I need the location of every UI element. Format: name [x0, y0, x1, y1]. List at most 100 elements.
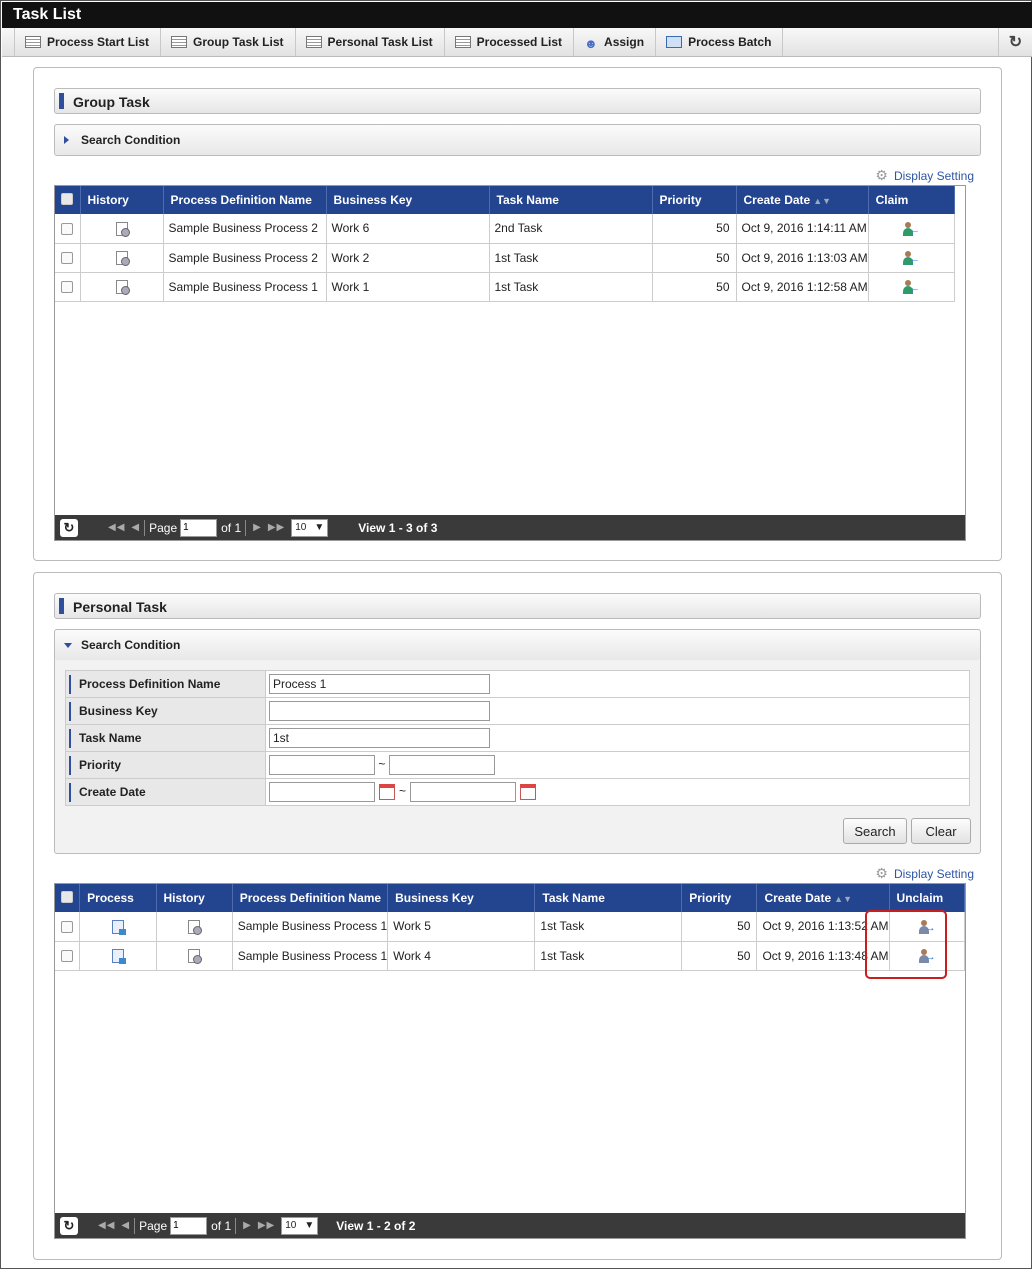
select-all-checkbox[interactable]: [55, 186, 81, 214]
table-row[interactable]: Sample Business Process 2 Work 2 1st Tas…: [55, 243, 955, 273]
group-search-condition[interactable]: Search Condition: [54, 124, 981, 156]
collapse-arrow-icon: [64, 643, 72, 648]
tab-process-batch[interactable]: Process Batch: [656, 28, 784, 56]
tab-label: Process Batch: [688, 35, 772, 49]
col-task-name[interactable]: Task Name: [489, 186, 653, 214]
prev-page-icon[interactable]: ◀: [121, 1220, 130, 1231]
last-page-icon[interactable]: ▶▶: [268, 522, 285, 533]
tab-processed-list[interactable]: Processed List: [445, 28, 575, 56]
reload-icon[interactable]: ↻: [60, 1216, 78, 1235]
priority-from-input[interactable]: [269, 755, 375, 775]
next-page-icon[interactable]: ▶: [243, 1220, 252, 1231]
history-icon[interactable]: [115, 279, 130, 295]
process-icon[interactable]: [111, 948, 126, 964]
tab-process-start-list[interactable]: Process Start List: [14, 28, 162, 56]
page-of-label: of 1: [221, 520, 242, 535]
business-key-label: Business Key: [65, 697, 266, 725]
last-page-icon[interactable]: ▶▶: [258, 1220, 275, 1231]
row-checkbox[interactable]: [61, 921, 74, 934]
priority-cell: 50: [652, 214, 737, 244]
prev-page-icon[interactable]: ◀: [131, 522, 140, 533]
create-date-from-input[interactable]: [269, 782, 375, 802]
claim-icon[interactable]: ←: [902, 221, 920, 236]
col-task-name[interactable]: Task Name: [534, 884, 683, 912]
tab-assign[interactable]: ☻ Assign: [574, 28, 657, 56]
reload-icon[interactable]: ↻: [60, 518, 78, 537]
tab-label: Group Task List: [193, 35, 284, 49]
history-icon[interactable]: [115, 250, 130, 266]
group-display-setting-link[interactable]: ⚙ Display Setting: [875, 167, 974, 184]
claim-icon[interactable]: ←: [902, 279, 920, 294]
process-definition-cell: Sample Business Process 1: [163, 272, 327, 302]
search-button[interactable]: Search: [843, 818, 907, 844]
next-page-icon[interactable]: ▶: [253, 522, 262, 533]
refresh-icon[interactable]: ↻: [998, 28, 1032, 56]
row-checkbox[interactable]: [61, 252, 74, 265]
search-condition-label: Search Condition: [81, 133, 181, 147]
row-checkbox[interactable]: [61, 223, 74, 236]
process-icon[interactable]: [111, 919, 126, 935]
process-definition-cell: Sample Business Process 2: [163, 243, 327, 273]
select-all-checkbox[interactable]: [55, 884, 81, 912]
row-checkbox[interactable]: [61, 950, 74, 963]
claim-icon[interactable]: ←: [902, 250, 920, 265]
col-business-key[interactable]: Business Key: [326, 186, 490, 214]
first-page-icon[interactable]: ◀◀: [108, 522, 125, 533]
table-row[interactable]: Sample Business Process 2 Work 6 2nd Tas…: [55, 214, 955, 244]
personal-task-table: Process History Process Definition Name …: [55, 884, 966, 971]
chevron-down-icon: ▼: [304, 1220, 315, 1231]
list-icon: [171, 36, 188, 48]
col-create-date[interactable]: Create Date ▲▼: [756, 884, 890, 912]
priority-to-input[interactable]: [388, 755, 495, 775]
page-number-input[interactable]: [180, 518, 218, 537]
page-size-select[interactable]: 10 ▼: [281, 1216, 319, 1235]
page-size-value: 10: [285, 1220, 297, 1231]
calendar-icon[interactable]: [520, 784, 537, 800]
list-icon: [305, 36, 322, 48]
col-process-definition-name[interactable]: Process Definition Name: [232, 884, 389, 912]
group-pager: ↻ ◀◀ ◀ Page of 1 ▶ ▶▶ 10 ▼ View 1 - 3 of …: [55, 515, 965, 540]
col-process[interactable]: Process: [79, 884, 157, 912]
create-date-cell: Oct 9, 2016 1:13:03 AM: [736, 243, 869, 273]
first-page-icon[interactable]: ◀◀: [98, 1220, 115, 1231]
col-create-date[interactable]: Create Date ▲▼: [736, 186, 869, 214]
row-checkbox[interactable]: [61, 281, 74, 294]
priority-cell: 50: [652, 243, 737, 273]
table-row[interactable]: Sample Business Process 1 Work 1 1st Tas…: [55, 272, 955, 302]
personal-display-setting-link[interactable]: ⚙ Display Setting: [875, 865, 974, 882]
col-history[interactable]: History: [156, 884, 233, 912]
task-name-cell: 2nd Task: [489, 214, 653, 244]
process-definition-input[interactable]: Process 1: [269, 674, 490, 694]
process-definition-cell: Sample Business Process 1: [232, 941, 389, 971]
page-size-select[interactable]: 10 ▼: [291, 518, 329, 537]
calendar-icon[interactable]: [379, 784, 395, 800]
clear-button[interactable]: Clear: [911, 818, 971, 844]
history-icon[interactable]: [115, 221, 130, 237]
tab-personal-task-list[interactable]: Personal Task List: [296, 28, 445, 56]
history-icon[interactable]: [188, 919, 203, 935]
create-date-to-input[interactable]: [410, 782, 517, 802]
page-number-input[interactable]: [170, 1216, 208, 1235]
view-count: View 1 - 3 of 3: [358, 520, 438, 535]
col-claim[interactable]: Claim: [868, 186, 955, 214]
priority-cell: 50: [652, 272, 737, 302]
col-priority[interactable]: Priority: [681, 884, 758, 912]
col-history[interactable]: History: [80, 186, 164, 214]
col-priority[interactable]: Priority: [652, 186, 737, 214]
col-unclaim[interactable]: Unclaim: [889, 884, 966, 912]
unclaim-highlight: [865, 910, 947, 979]
tab-group-task-list[interactable]: Group Task List: [161, 28, 296, 56]
task-name-input[interactable]: 1st: [269, 728, 490, 748]
business-key-input[interactable]: [269, 701, 490, 721]
history-icon[interactable]: [188, 948, 203, 964]
col-process-definition-name[interactable]: Process Definition Name: [163, 186, 327, 214]
business-key-cell: Work 6: [326, 214, 490, 244]
group-task-panel: Group Task Search Condition ⚙ Display Set…: [33, 67, 1002, 561]
search-form: Process Definition Name Process 1 Busine…: [65, 670, 970, 806]
process-definition-label: Process Definition Name: [65, 670, 266, 698]
col-business-key[interactable]: Business Key: [387, 884, 536, 912]
table-row[interactable]: Sample Business Process 1 Work 5 1st Tas…: [55, 912, 966, 942]
tab-label: Process Start List: [47, 35, 150, 49]
search-condition-toggle[interactable]: Search Condition: [55, 630, 980, 660]
table-row[interactable]: Sample Business Process 1 Work 4 1st Tas…: [55, 941, 966, 971]
